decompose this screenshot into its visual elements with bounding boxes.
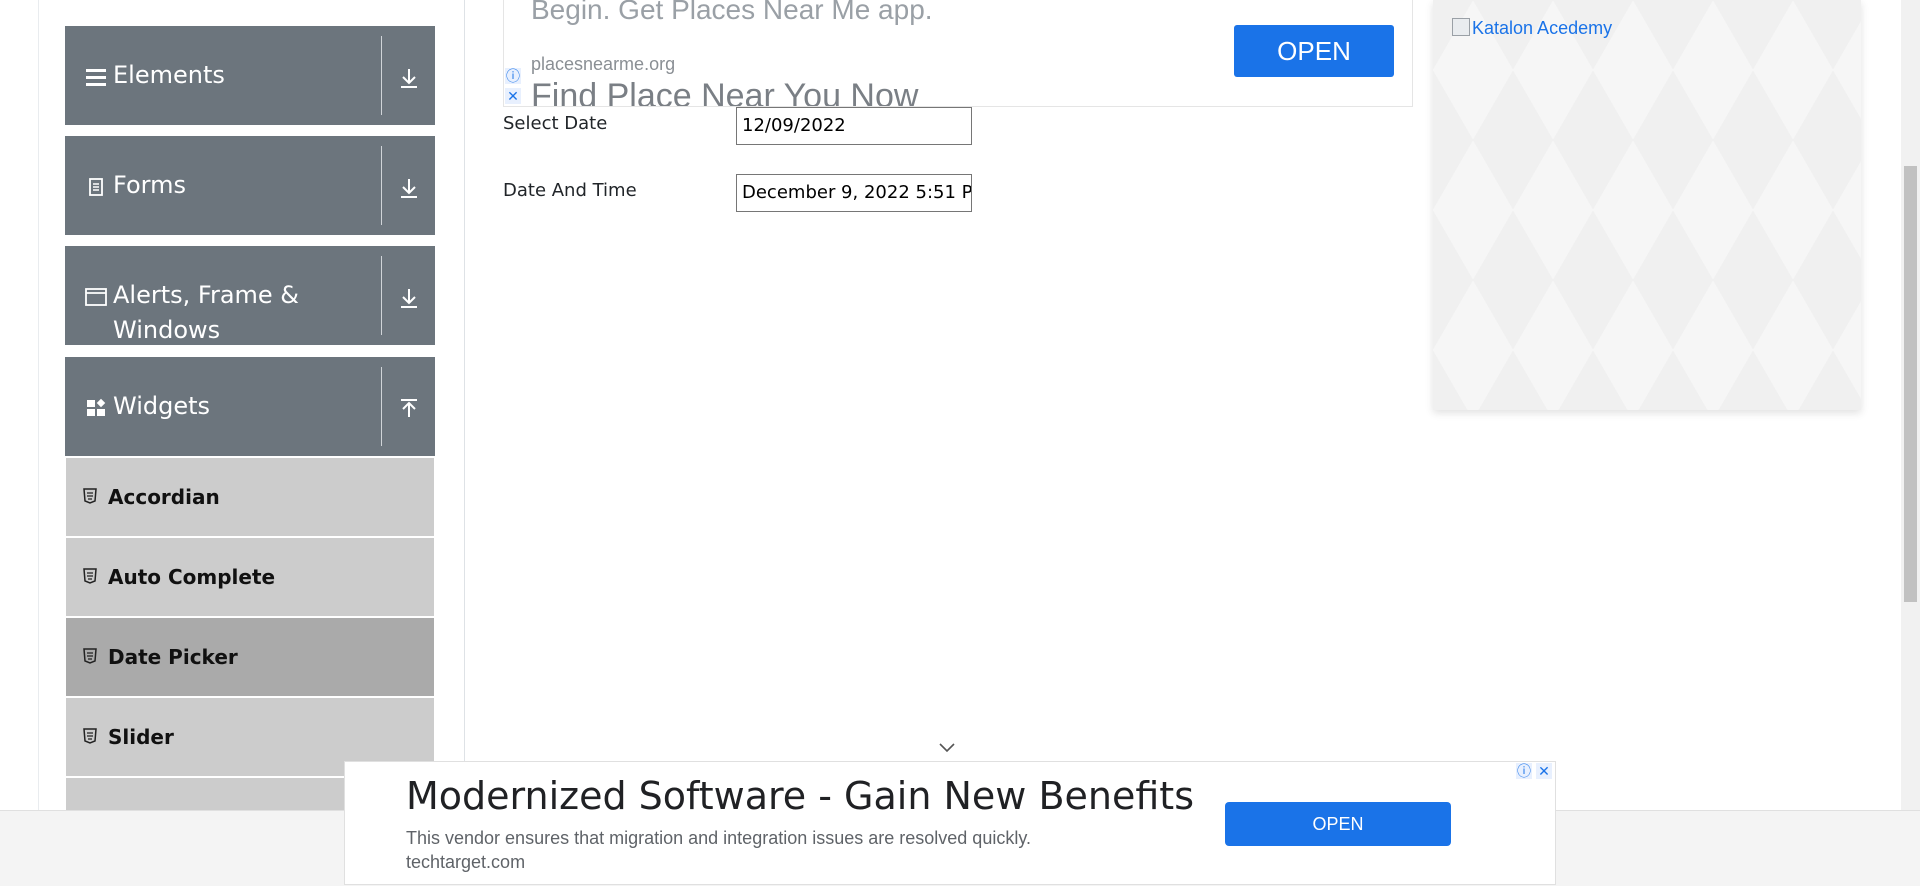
date-time-input[interactable]: December 9, 2022 5:51 PM [736,174,972,212]
divider [38,0,39,810]
ad-info-icon[interactable]: ⓘ [1516,763,1532,779]
date-time-label: Date And Time [503,180,637,201]
menu-item-label: Auto Complete [108,565,276,589]
divider [381,146,382,225]
group-title: Forms [113,171,186,199]
html5-icon [83,568,97,584]
widgets-icon [87,398,106,416]
download-arrow-icon[interactable] [397,66,421,90]
download-arrow-icon[interactable] [397,286,421,310]
group-title: Alerts, Frame & [113,281,300,309]
menu-item-accordian[interactable]: Accordian [66,458,434,536]
group-header-widgets[interactable]: Widgets [65,357,435,456]
select-date-input[interactable]: 12/09/2022 [736,107,972,145]
divider [381,256,382,335]
group-header-forms[interactable]: Forms [65,136,435,235]
divider [464,0,465,810]
ad-close-icon[interactable]: ✕ [505,88,521,104]
ad-open-button[interactable]: OPEN [1234,25,1394,77]
divider [381,36,382,115]
menu-item-auto-complete[interactable]: Auto Complete [66,538,434,616]
left-panel: Elements Forms Alerts, Frame & Windows W… [0,0,465,856]
ad-close-icon[interactable]: ✕ [1536,763,1552,779]
ad-domain[interactable]: placesnearme.org [531,54,675,75]
ad-domain[interactable]: techtarget.com [406,852,525,873]
divider [381,367,382,446]
broken-image-icon [1452,18,1470,36]
ad-open-button[interactable]: OPEN [1225,802,1451,846]
menu-item-label: Slider [108,725,174,749]
html5-icon [83,728,97,744]
ad-title[interactable]: Modernized Software - Gain New Benefits [406,774,1194,818]
select-date-label: Select Date [503,113,608,134]
ad-banner-top[interactable]: Begin. Get Places Near Me app. placesnea… [503,0,1413,107]
group-header-elements[interactable]: Elements [65,26,435,125]
window-icon [85,288,107,306]
download-arrow-icon[interactable] [397,176,421,200]
scrollbar[interactable] [1901,0,1920,810]
group-title-line2: Windows [113,316,221,344]
ad-info-icon[interactable]: ⓘ [505,68,521,84]
image-alt-text: Katalon Acedemy [1472,18,1613,38]
ad-title[interactable]: Find Place Near You Now [531,77,918,106]
ad-description: This vendor ensures that migration and i… [406,828,1031,848]
menu-item-date-picker[interactable]: Date Picker [66,618,434,696]
sidebar-ad-panel: Katalon Acedemy [1433,0,1861,410]
menu-item-label: Date Picker [108,645,238,669]
group-header-alerts-frame-windows[interactable]: Alerts, Frame & Windows [65,246,435,345]
chevron-down-icon[interactable] [938,740,956,754]
group-title: Elements [113,61,225,89]
html5-icon [83,648,97,664]
menu-item-label: Accordian [108,485,220,509]
hamburger-icon [86,69,106,86]
upload-arrow-icon[interactable] [397,397,421,421]
document-icon [89,178,103,196]
scrollbar-thumb[interactable] [1904,166,1917,602]
group-title: Widgets [113,392,211,420]
html5-icon [83,488,97,504]
ad-headline: Begin. Get Places Near Me app. [531,0,933,25]
katalon-academy-image-link[interactable]: Katalon Acedemy [1452,18,1612,39]
ad-banner-bottom[interactable]: Modernized Software - Gain New Benefits … [344,761,1556,885]
